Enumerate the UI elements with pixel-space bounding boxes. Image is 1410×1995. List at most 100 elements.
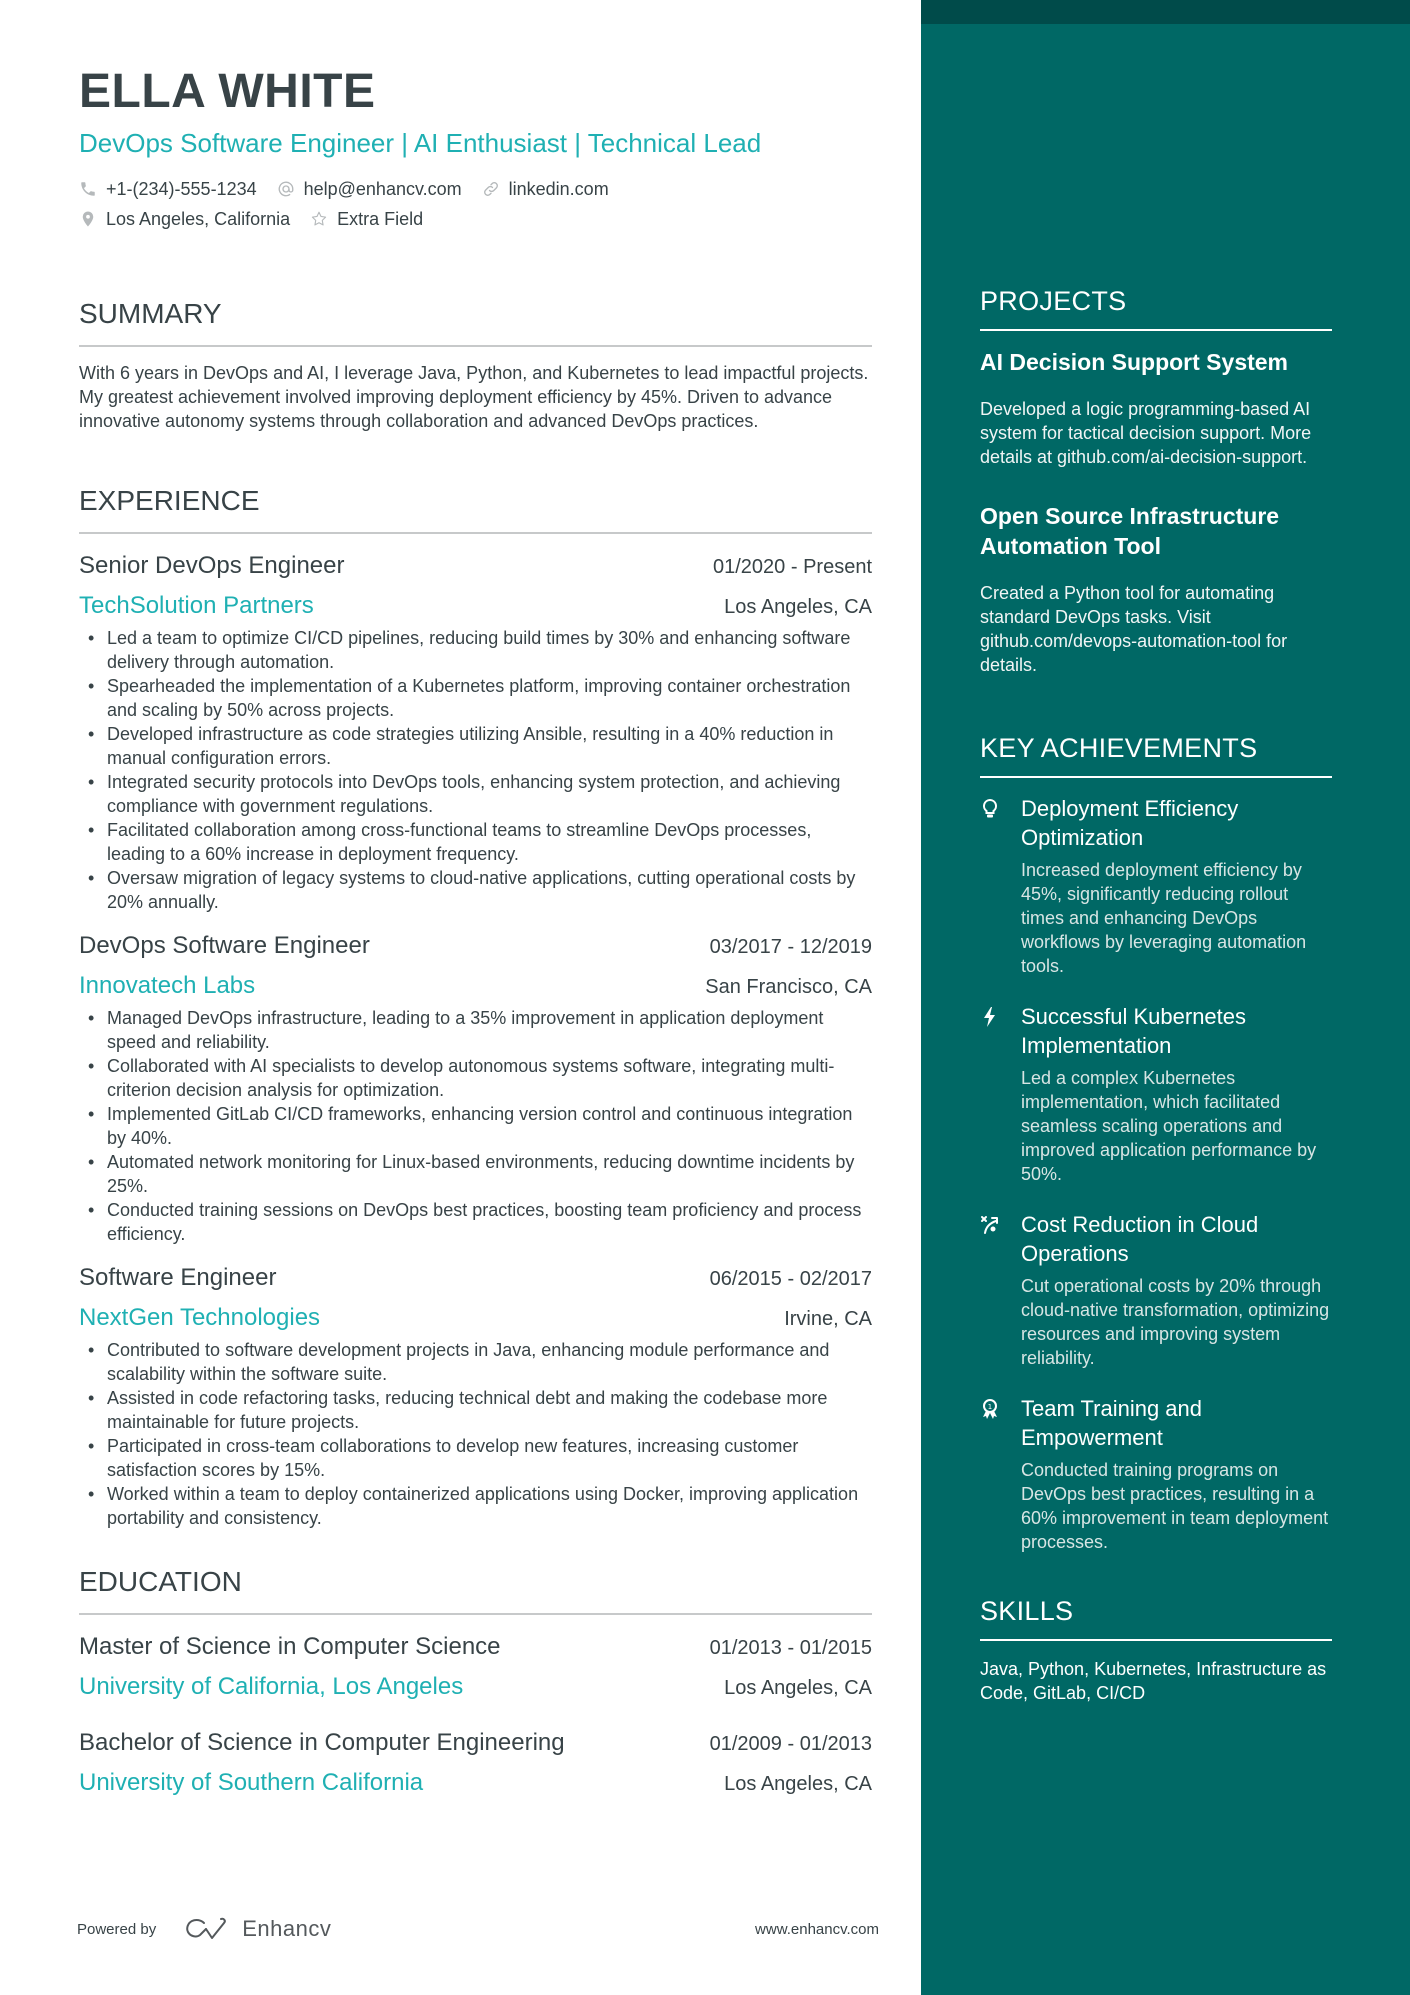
achievement-entry: Cost Reduction in Cloud Operations Cut o… bbox=[980, 1210, 1332, 1370]
job-bullets: Led a team to optimize CI/CD pipelines, … bbox=[79, 626, 872, 914]
achievement-title: Successful Kubernetes Implementation bbox=[1021, 1004, 1247, 1058]
project-entry: AI Decision Support System Developed a l… bbox=[980, 347, 1332, 469]
achievement-title: Cost Reduction in Cloud Operations bbox=[1021, 1212, 1259, 1266]
job-title: Software Engineer bbox=[79, 1264, 277, 1291]
job-location: Irvine, CA bbox=[784, 1308, 872, 1330]
contact-link[interactable]: linkedin.com bbox=[482, 179, 609, 200]
education-entry: Master of Science in Computer Science 01… bbox=[79, 1629, 872, 1705]
projects-heading: PROJECTS bbox=[980, 286, 1332, 331]
phone-text: +1-(234)-555-1234 bbox=[106, 178, 257, 199]
enhancv-logo-icon bbox=[186, 1917, 227, 1939]
location-text: Los Angeles, California bbox=[106, 208, 291, 229]
phone-icon bbox=[81, 182, 95, 196]
bullet-item: Led a team to optimize CI/CD pipelines, … bbox=[79, 626, 872, 674]
bullet-item: Integrated security protocols into DevOp… bbox=[79, 770, 872, 818]
candidate-name: ELLA WHITE bbox=[79, 65, 376, 118]
linkedin-link[interactable]: linkedin.com bbox=[509, 179, 609, 200]
bullet-item: Oversaw migration of legacy systems to c… bbox=[79, 866, 872, 914]
achievement-description: Conducted training programs on DevOps be… bbox=[1021, 1460, 1329, 1552]
link-icon bbox=[483, 182, 498, 196]
bullet-item: Contributed to software development proj… bbox=[79, 1338, 872, 1386]
job-bullets: Managed DevOps infrastructure, leading t… bbox=[79, 1006, 872, 1246]
school-name: University of California, Los Angeles bbox=[79, 1673, 464, 1700]
contact-email[interactable]: help@enhancv.com bbox=[277, 179, 462, 200]
achievements-heading: KEY ACHIEVEMENTS bbox=[980, 733, 1332, 778]
education-dates: 01/2013 - 01/2015 bbox=[709, 1637, 872, 1659]
experience-entry: Software Engineer 06/2015 - 02/2017 Next… bbox=[79, 1260, 872, 1530]
achievement-description: Cut operational costs by 20% through clo… bbox=[1021, 1276, 1330, 1368]
achievement-entry: 1 Team Training and Empowerment Conducte… bbox=[980, 1394, 1332, 1554]
powered-by-label: Powered by bbox=[77, 1920, 157, 1938]
main-column: ELLA WHITE DevOps Software Engineer | AI… bbox=[79, 62, 872, 1821]
star-icon bbox=[311, 211, 327, 226]
summary-heading: SUMMARY bbox=[79, 296, 872, 347]
education-heading: EDUCATION bbox=[79, 1564, 872, 1615]
experience-section: EXPERIENCE Senior DevOps Engineer 01/202… bbox=[79, 483, 872, 1530]
project-description: Created a Python tool for automating sta… bbox=[980, 583, 1288, 675]
award-ribbon-icon: 1 bbox=[983, 1399, 997, 1419]
experience-entry: Senior DevOps Engineer 01/2020 - Present… bbox=[79, 548, 872, 914]
bullet-item: Worked within a team to deploy container… bbox=[79, 1482, 872, 1530]
school-name: University of Southern California bbox=[79, 1769, 424, 1796]
at-sign-icon bbox=[278, 181, 294, 197]
company-name: NextGen Technologies bbox=[79, 1304, 321, 1331]
achievement-description: Led a complex Kubernetes implementation,… bbox=[1021, 1068, 1317, 1184]
bullet-item: Assisted in code refactoring tasks, redu… bbox=[79, 1386, 872, 1434]
headline: DevOps Software Engineer | AI Enthusiast… bbox=[79, 128, 762, 158]
achievements-section: KEY ACHIEVEMENTS Deployment Efficiency O… bbox=[980, 733, 1332, 1554]
lightbulb-icon bbox=[982, 798, 998, 818]
skills-section: SKILLS Java, Python, Kubernetes, Infrast… bbox=[980, 1596, 1332, 1705]
job-title: DevOps Software Engineer bbox=[79, 932, 370, 959]
lightning-bolt-icon bbox=[984, 1007, 995, 1027]
contact-info: +1-(234)-555-1234 help@enhancv.com linke… bbox=[79, 174, 872, 234]
education-section: EDUCATION Master of Science in Computer … bbox=[79, 1564, 872, 1801]
bullet-item: Implemented GitLab CI/CD frameworks, enh… bbox=[79, 1102, 872, 1150]
footer: Powered by Enhancv www.enhancv.com bbox=[77, 1914, 879, 1944]
enhancv-brand: Enhancv bbox=[242, 1916, 332, 1941]
sidebar-content: PROJECTS AI Decision Support System Deve… bbox=[980, 286, 1332, 1705]
bullet-item: Developed infrastructure as code strateg… bbox=[79, 722, 872, 770]
project-entry: Open Source Infrastructure Automation To… bbox=[980, 501, 1332, 677]
job-dates: 01/2020 - Present bbox=[713, 556, 872, 578]
company-name: Innovatech Labs bbox=[79, 972, 256, 999]
achievement-description: Increased deployment efficiency by 45%, … bbox=[1021, 860, 1307, 976]
strategy-path-icon bbox=[981, 1216, 998, 1234]
powered-by: Powered by Enhancv bbox=[77, 1916, 331, 1942]
job-bullets: Contributed to software development proj… bbox=[79, 1338, 872, 1530]
location-pin-icon bbox=[82, 211, 94, 227]
job-dates: 06/2015 - 02/2017 bbox=[709, 1268, 872, 1290]
company-name: TechSolution Partners bbox=[79, 592, 314, 619]
job-title: Senior DevOps Engineer bbox=[79, 552, 345, 579]
experience-entry: DevOps Software Engineer 03/2017 - 12/20… bbox=[79, 928, 872, 1246]
school-location: Los Angeles, CA bbox=[724, 1773, 872, 1795]
contact-extra: Extra Field bbox=[310, 209, 423, 230]
project-title: AI Decision Support System bbox=[980, 349, 1289, 375]
project-description: Developed a logic programming-based AI s… bbox=[980, 399, 1312, 467]
job-location: San Francisco, CA bbox=[705, 976, 872, 998]
bullet-item: Automated network monitoring for Linux-b… bbox=[79, 1150, 872, 1198]
sidebar-top-band bbox=[921, 0, 1410, 24]
skills-list: Java, Python, Kubernetes, Infrastructure… bbox=[980, 1659, 1327, 1703]
sidebar: PROJECTS AI Decision Support System Deve… bbox=[921, 0, 1410, 1995]
extra-field-text: Extra Field bbox=[337, 208, 424, 229]
contact-location: Los Angeles, California bbox=[79, 209, 290, 230]
job-dates: 03/2017 - 12/2019 bbox=[709, 936, 872, 958]
bullet-item: Participated in cross-team collaboration… bbox=[79, 1434, 872, 1482]
degree: Master of Science in Computer Science bbox=[79, 1633, 501, 1660]
achievement-title: Deployment Efficiency Optimization bbox=[1021, 796, 1239, 850]
summary-text: With 6 years in DevOps and AI, I leverag… bbox=[79, 363, 869, 431]
achievement-entry: Deployment Efficiency Optimization Incre… bbox=[980, 794, 1332, 978]
website-link[interactable]: www.enhancv.com bbox=[755, 1921, 879, 1938]
svg-text:1: 1 bbox=[988, 1403, 992, 1411]
project-title: Open Source Infrastructure Automation To… bbox=[980, 503, 1280, 559]
achievement-entry: Successful Kubernetes Implementation Led… bbox=[980, 1002, 1332, 1186]
school-location: Los Angeles, CA bbox=[724, 1677, 872, 1699]
education-dates: 01/2009 - 01/2013 bbox=[709, 1733, 872, 1755]
skills-heading: SKILLS bbox=[980, 1596, 1332, 1641]
experience-heading: EXPERIENCE bbox=[79, 483, 872, 534]
bullet-item: Facilitated collaboration among cross-fu… bbox=[79, 818, 872, 866]
summary-section: SUMMARY With 6 years in DevOps and AI, I… bbox=[79, 296, 872, 433]
bullet-item: Spearheaded the implementation of a Kube… bbox=[79, 674, 872, 722]
degree: Bachelor of Science in Computer Engineer… bbox=[79, 1729, 565, 1756]
email-link[interactable]: help@enhancv.com bbox=[304, 179, 462, 200]
